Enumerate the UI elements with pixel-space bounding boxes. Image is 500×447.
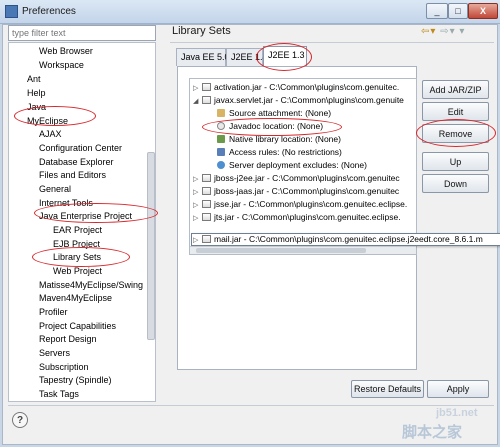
tree-item-workspace[interactable]: Workspace: [39, 60, 84, 71]
source-icon: [217, 109, 225, 117]
tab-j2ee-1-4[interactable]: J2EE 1.4: [226, 48, 268, 66]
tab-j2ee-1-3[interactable]: J2EE 1.3: [263, 46, 307, 66]
maximize-button[interactable]: □: [448, 3, 468, 19]
watermark-text: jb51.net: [436, 407, 478, 419]
history-nav[interactable]: ⇦▾ ⇨▾ ▾: [421, 26, 465, 37]
minimize-button[interactable]: _: [426, 3, 448, 19]
tree-item-database-explorer[interactable]: Database Explorer: [39, 157, 114, 168]
edit-button[interactable]: Edit: [422, 102, 489, 121]
jar-icon: [202, 174, 211, 182]
tree-scrollbar[interactable]: [147, 152, 155, 340]
list-item-tooltip: ▷ mail.jar - C:\Common\plugins\com.genuit…: [191, 233, 500, 246]
expand-arrow-icon[interactable]: ▷: [193, 213, 202, 224]
window-title: Preferences: [22, 6, 76, 17]
down-button[interactable]: Down: [422, 174, 489, 193]
tree-item-matisse[interactable]: Matisse4MyEclipse/Swing: [39, 280, 143, 291]
expand-arrow-icon[interactable]: ▷: [193, 83, 202, 94]
help-icon[interactable]: ?: [12, 412, 28, 428]
tree-item-profiler[interactable]: Profiler: [39, 307, 68, 318]
list-item[interactable]: Native library location: (None): [217, 134, 341, 145]
collapse-arrow-icon[interactable]: ◢: [193, 96, 202, 107]
jar-icon: [202, 213, 211, 221]
list-item[interactable]: Source attachment: (None): [217, 108, 331, 119]
back-arrow-icon[interactable]: ⇦▾: [421, 26, 436, 37]
forward-arrow-icon[interactable]: ⇨▾: [440, 26, 455, 37]
apply-button[interactable]: Apply: [427, 380, 489, 398]
list-item[interactable]: Javadoc location: (None): [217, 121, 323, 132]
jar-icon: [202, 83, 211, 91]
access-rules-icon: [217, 148, 225, 156]
tree-item-files-and-editors[interactable]: Files and Editors: [39, 170, 106, 181]
tree-item-project-capabilities[interactable]: Project Capabilities: [39, 321, 116, 332]
jar-icon: [202, 235, 211, 243]
list-item[interactable]: ▷ jboss-j2ee.jar - C:\Common\plugins\com.…: [193, 173, 400, 185]
tree-item-maven[interactable]: Maven4MyEclipse: [39, 293, 112, 304]
tree-item-web-project[interactable]: Web Project: [53, 266, 102, 277]
tree-item-java-enterprise-project[interactable]: Java Enterprise Project: [39, 211, 132, 222]
tree-item-ajax[interactable]: AJAX: [39, 129, 62, 140]
list-horizontal-scrollbar[interactable]: [190, 246, 416, 254]
tree-item-myeclipse[interactable]: MyEclipse: [27, 116, 68, 127]
tree-item-task-tags[interactable]: Task Tags: [39, 389, 79, 400]
tree-item-help[interactable]: Help: [27, 88, 46, 99]
list-item[interactable]: ▷ jsse.jar - C:\Common\plugins\com.genuit…: [193, 199, 407, 211]
list-item[interactable]: ▷ jts.jar - C:\Common\plugins\com.genuite…: [193, 212, 401, 224]
expand-arrow-icon[interactable]: ▷: [193, 235, 202, 246]
tree-item-ant[interactable]: Ant: [27, 74, 41, 85]
tree-item-web-browser[interactable]: Web Browser: [39, 46, 93, 57]
jar-icon: [202, 187, 211, 195]
tab-java-ee-5[interactable]: Java EE 5.0: [176, 48, 230, 66]
tree-item-report-design[interactable]: Report Design: [39, 334, 97, 345]
tree-item-java[interactable]: Java: [27, 102, 46, 113]
remove-button[interactable]: Remove: [422, 124, 489, 143]
expand-arrow-icon[interactable]: ▷: [193, 200, 202, 211]
jar-icon: [202, 96, 211, 104]
up-button[interactable]: Up: [422, 152, 489, 171]
javadoc-icon: [217, 122, 225, 130]
list-item[interactable]: ▷ jboss-jaas.jar - C:\Common\plugins\com.…: [193, 186, 399, 198]
expand-arrow-icon[interactable]: ▷: [193, 187, 202, 198]
app-icon: [5, 5, 18, 18]
scrollbar-thumb[interactable]: [196, 248, 366, 253]
tree-item-general[interactable]: General: [39, 184, 71, 195]
preference-tree: Web Browser Workspace Ant Help Java MyEc…: [8, 42, 156, 402]
watermark-text: 脚本之家: [402, 423, 463, 441]
tree-item-subscription[interactable]: Subscription: [39, 362, 89, 373]
tree-item-ejb-project[interactable]: EJB Project: [53, 239, 100, 250]
native-library-icon: [217, 135, 225, 143]
server-icon: [217, 161, 225, 169]
expand-arrow-icon[interactable]: ▷: [193, 174, 202, 185]
divider: [8, 405, 494, 406]
tree-item-tapestry[interactable]: Tapestry (Spindle): [39, 375, 112, 386]
divider: [170, 42, 494, 43]
close-button[interactable]: X: [468, 3, 498, 19]
tree-item-servers[interactable]: Servers: [39, 348, 70, 359]
list-item[interactable]: Server deployment excludes: (None): [217, 160, 367, 171]
tree-item-library-sets[interactable]: Library Sets: [53, 252, 101, 263]
page-title: Library Sets: [172, 25, 231, 37]
restore-defaults-button[interactable]: Restore Defaults: [351, 380, 424, 398]
list-item[interactable]: ▷ mail.jar - C:\Common\plugins\com.genuit…: [193, 234, 483, 246]
view-menu-icon[interactable]: ▾: [459, 26, 465, 37]
tree-item-configuration-center[interactable]: Configuration Center: [39, 143, 122, 154]
jar-list[interactable]: ▷ activation.jar - C:\Common\plugins\com.…: [189, 78, 417, 255]
filter-input[interactable]: [8, 25, 156, 41]
list-item[interactable]: ▷ activation.jar - C:\Common\plugins\com.…: [193, 82, 399, 94]
jar-icon: [202, 200, 211, 208]
tree-item-ear-project[interactable]: EAR Project: [53, 225, 102, 236]
list-item[interactable]: Access rules: (No restrictions): [217, 147, 342, 158]
tree-item-internet-tools[interactable]: Internet Tools: [39, 198, 93, 209]
list-item[interactable]: ◢ javax.servlet.jar - C:\Common\plugins\c…: [193, 95, 404, 107]
add-jar-zip-button[interactable]: Add JAR/ZIP: [422, 80, 489, 99]
